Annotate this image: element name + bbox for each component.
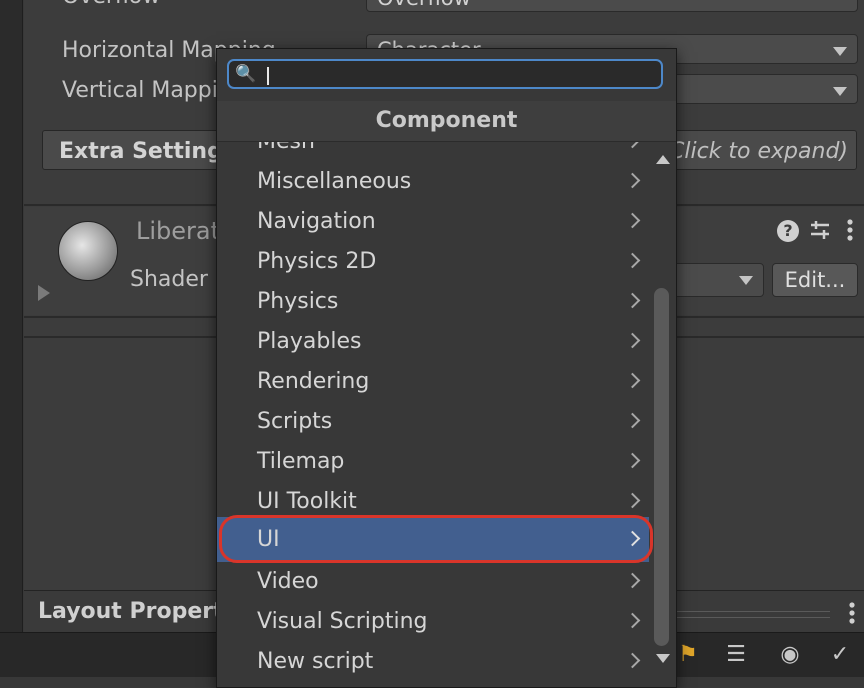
list-item-video[interactable]: Video (217, 562, 649, 602)
cache-server-icon[interactable]: ☰ (722, 641, 750, 669)
search-box[interactable]: 🔍 (227, 59, 663, 89)
foldout-arrow-icon[interactable] (38, 285, 50, 301)
list-item-label: Rendering (257, 369, 370, 394)
list-item-label: Mesh (257, 142, 315, 162)
list-item-label: Scripts (257, 409, 333, 434)
list-item-label: New script (257, 649, 374, 674)
chevron-right-icon (624, 612, 641, 629)
chevron-down-icon (833, 47, 847, 56)
list-item-label: Physics (257, 289, 339, 314)
overflow-value: Overflow (377, 0, 471, 10)
list-scrollbar[interactable] (651, 143, 671, 673)
selection-highlight-ring (219, 515, 653, 563)
more-options-icon[interactable] (846, 218, 854, 247)
overflow-label: Overflow (62, 0, 160, 9)
add-component-popup: 🔍 Component Mesh Miscellaneous Navigatio… (216, 48, 677, 688)
search-input[interactable] (259, 62, 653, 88)
help-icon[interactable]: ? (777, 220, 799, 242)
shader-label: Shader (130, 267, 208, 292)
chevron-right-icon (624, 292, 641, 309)
list-item-mesh[interactable]: Mesh (217, 142, 649, 162)
list-item-tilemap[interactable]: Tilemap (217, 442, 649, 482)
chevron-right-icon (624, 492, 641, 509)
chevron-right-icon (624, 652, 641, 669)
search-icon: 🔍 (235, 64, 257, 84)
material-preview-thumbnail (58, 221, 118, 281)
chevron-down-icon (833, 87, 847, 96)
list-item-rendering[interactable]: Rendering (217, 362, 649, 402)
list-item-physics[interactable]: Physics (217, 282, 649, 322)
scrollbar-thumb[interactable] (654, 288, 669, 646)
extra-settings-label: Extra Settings (59, 139, 236, 164)
list-item-label: Visual Scripting (257, 609, 428, 634)
component-list: Mesh Miscellaneous Navigation Physics 2D… (217, 142, 676, 687)
more-options-icon[interactable] (848, 601, 856, 629)
chevron-down-icon (739, 276, 753, 285)
list-item-playables[interactable]: Playables (217, 322, 649, 362)
left-panel-edge (0, 0, 23, 676)
list-item-label: Miscellaneous (257, 169, 412, 194)
overflow-dropdown[interactable]: Overflow (366, 0, 858, 12)
chevron-right-icon (624, 332, 641, 349)
text-caret (267, 67, 269, 85)
list-item-physics-2d[interactable]: Physics 2D (217, 242, 649, 282)
chevron-right-icon (624, 142, 641, 149)
preset-sliders-icon[interactable] (808, 218, 832, 247)
list-item-new-script[interactable]: New script (217, 642, 649, 682)
edit-shader-button[interactable]: Edit... (772, 263, 858, 297)
list-item-label: Playables (257, 329, 362, 354)
chevron-right-icon (624, 452, 641, 469)
debug-mode-icon[interactable]: ◉ (776, 641, 804, 669)
chevron-right-icon (624, 172, 641, 189)
list-item-miscellaneous[interactable]: Miscellaneous (217, 162, 649, 202)
list-item-label: Navigation (257, 209, 376, 234)
list-item-label: Tilemap (257, 449, 345, 474)
list-item-label: Video (257, 569, 319, 594)
chevron-right-icon (624, 412, 641, 429)
scroll-down-arrow-icon[interactable] (656, 654, 670, 663)
extra-settings-hint: (Click to expand) (660, 139, 848, 164)
popup-header: Component (217, 101, 676, 142)
list-item-visual-scripting[interactable]: Visual Scripting (217, 602, 649, 642)
list-item-navigation[interactable]: Navigation (217, 202, 649, 242)
chevron-right-icon (624, 372, 641, 389)
warning-icon[interactable]: ⚑ (674, 641, 702, 669)
chevron-right-icon (624, 212, 641, 229)
chevron-right-icon (624, 252, 641, 269)
scroll-up-arrow-icon[interactable] (656, 155, 670, 164)
list-item-label: Physics 2D (257, 249, 377, 274)
chevron-right-icon (624, 572, 641, 589)
resize-grip[interactable] (676, 611, 830, 618)
shader-dropdown[interactable] (672, 263, 764, 297)
list-item-scripts[interactable]: Scripts (217, 402, 649, 442)
checkmark-circle-icon[interactable]: ✓ (826, 641, 854, 669)
